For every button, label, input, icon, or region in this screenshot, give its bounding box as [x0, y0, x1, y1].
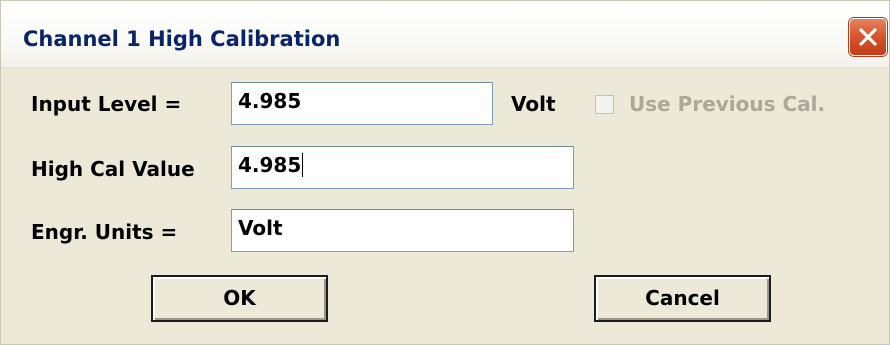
text-caret — [302, 153, 304, 177]
high-cal-value: 4.985 — [238, 153, 302, 177]
ok-button-label: OK — [223, 286, 256, 310]
close-icon — [859, 28, 877, 46]
ok-button[interactable]: OK — [151, 275, 328, 322]
input-level-field[interactable]: 4.985 — [231, 82, 493, 125]
calibration-dialog: Channel 1 High Calibration Input Level =… — [0, 0, 890, 345]
cancel-button[interactable]: Cancel — [594, 275, 771, 322]
engr-units-field[interactable]: Volt — [231, 209, 574, 252]
cancel-button-label: Cancel — [645, 286, 720, 310]
title-bar[interactable]: Channel 1 High Calibration — [1, 1, 889, 68]
high-cal-value-label: High Cal Value — [31, 157, 195, 181]
engr-units-value: Volt — [238, 216, 283, 240]
window-title: Channel 1 High Calibration — [23, 27, 341, 51]
close-button[interactable] — [849, 18, 887, 56]
engr-units-label: Engr. Units = — [31, 220, 178, 244]
high-cal-value-field[interactable]: 4.985 — [231, 146, 574, 189]
input-level-label: Input Level = — [31, 92, 182, 116]
input-level-value: 4.985 — [238, 89, 302, 113]
input-level-unit: Volt — [511, 92, 556, 116]
use-previous-cal-checkbox[interactable] — [595, 95, 614, 114]
use-previous-cal-label: Use Previous Cal. — [629, 92, 826, 116]
